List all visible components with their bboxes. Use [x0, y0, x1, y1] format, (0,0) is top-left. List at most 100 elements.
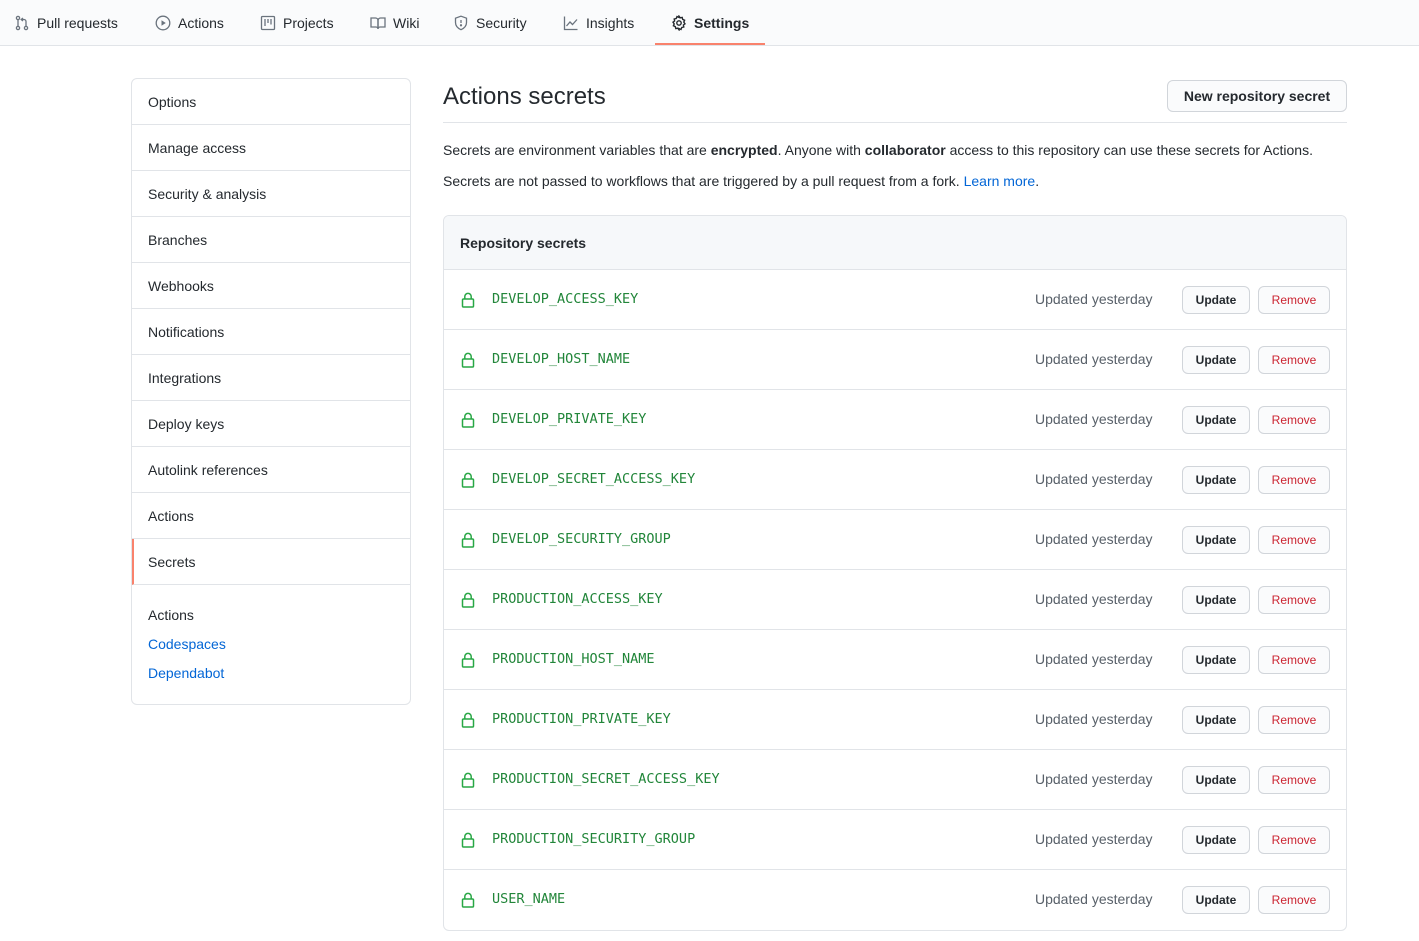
- secret-name: PRODUCTION_ACCESS_KEY: [492, 591, 663, 607]
- update-secret-button[interactable]: Update: [1182, 406, 1250, 434]
- secret-name: DEVELOP_SECURITY_GROUP: [492, 531, 671, 547]
- selected-tab-underline: [655, 43, 765, 45]
- desc-text: . Anyone with: [777, 142, 865, 158]
- remove-secret-button[interactable]: Remove: [1258, 466, 1330, 494]
- lock-icon: [461, 772, 475, 788]
- sidebar-item-secrets[interactable]: Secrets: [132, 539, 410, 585]
- remove-secret-button[interactable]: Remove: [1258, 586, 1330, 614]
- update-secret-button[interactable]: Update: [1182, 826, 1250, 854]
- secret-updated-time: Updated yesterday: [1035, 771, 1153, 787]
- secret-updated-time: Updated yesterday: [1035, 591, 1153, 607]
- tab-insights[interactable]: Insights: [563, 0, 634, 46]
- remove-secret-button[interactable]: Remove: [1258, 406, 1330, 434]
- lock-icon: [461, 652, 475, 668]
- sidebar-link-dependabot[interactable]: Dependabot: [148, 665, 224, 681]
- settings-sidebar: Options Manage access Security & analysi…: [131, 78, 411, 705]
- secret-updated-time: Updated yesterday: [1035, 291, 1153, 307]
- lock-icon: [461, 472, 475, 488]
- play-icon: [155, 15, 171, 31]
- tab-label: Pull requests: [37, 15, 118, 31]
- secret-name: PRODUCTION_SECRET_ACCESS_KEY: [492, 771, 720, 787]
- secret-row: DEVELOP_SECURITY_GROUP Updated yesterday U…: [444, 510, 1346, 570]
- tab-projects[interactable]: Projects: [260, 0, 334, 46]
- lock-icon: [461, 592, 475, 608]
- update-secret-button[interactable]: Update: [1182, 646, 1250, 674]
- gear-icon: [671, 15, 687, 31]
- secret-name: DEVELOP_SECRET_ACCESS_KEY: [492, 471, 696, 487]
- secret-row: DEVELOP_PRIVATE_KEY Updated yesterday Upda…: [444, 390, 1346, 450]
- tab-actions[interactable]: Actions: [155, 0, 224, 46]
- book-icon: [370, 15, 386, 31]
- secret-updated-time: Updated yesterday: [1035, 831, 1153, 847]
- secret-name: PRODUCTION_SECURITY_GROUP: [492, 831, 696, 847]
- update-secret-button[interactable]: Update: [1182, 346, 1250, 374]
- tab-settings[interactable]: Settings: [671, 0, 749, 46]
- remove-secret-button[interactable]: Remove: [1258, 706, 1330, 734]
- sidebar-item-autolink-references[interactable]: Autolink references: [132, 447, 410, 493]
- remove-secret-button[interactable]: Remove: [1258, 646, 1330, 674]
- remove-secret-button[interactable]: Remove: [1258, 526, 1330, 554]
- update-secret-button[interactable]: Update: [1182, 706, 1250, 734]
- remove-secret-button[interactable]: Remove: [1258, 346, 1330, 374]
- tab-label: Actions: [178, 15, 224, 31]
- title-divider: [443, 122, 1347, 123]
- secrets-description: Secrets are environment variables that a…: [443, 142, 1313, 158]
- secret-updated-time: Updated yesterday: [1035, 471, 1153, 487]
- remove-secret-button[interactable]: Remove: [1258, 826, 1330, 854]
- sidebar-item-label: Autolink references: [148, 461, 268, 478]
- new-repository-secret-button[interactable]: New repository secret: [1167, 80, 1347, 112]
- sidebar-item-branches[interactable]: Branches: [132, 217, 410, 263]
- secret-name: PRODUCTION_PRIVATE_KEY: [492, 711, 671, 727]
- tab-label: Wiki: [393, 15, 420, 31]
- repository-secrets-header: Repository secrets: [444, 216, 1346, 270]
- lock-icon: [461, 532, 475, 548]
- tab-wiki[interactable]: Wiki: [370, 0, 419, 46]
- secret-updated-time: Updated yesterday: [1035, 891, 1153, 907]
- sidebar-item-label: Actions: [148, 507, 194, 524]
- remove-secret-button[interactable]: Remove: [1258, 766, 1330, 794]
- sidebar-item-notifications[interactable]: Notifications: [132, 309, 410, 355]
- secret-row: DEVELOP_HOST_NAME Updated yesterday Update…: [444, 330, 1346, 390]
- lock-icon: [461, 412, 475, 428]
- sidebar-item-integrations[interactable]: Integrations: [132, 355, 410, 401]
- desc-bold-collaborator: collaborator: [864, 142, 946, 158]
- update-secret-button[interactable]: Update: [1182, 766, 1250, 794]
- remove-secret-button[interactable]: Remove: [1258, 286, 1330, 314]
- update-secret-button[interactable]: Update: [1182, 286, 1250, 314]
- repository-secrets-box: Repository secrets DEVELOP_ACCESS_KEY Upd…: [443, 215, 1347, 931]
- update-secret-button[interactable]: Update: [1182, 886, 1250, 914]
- tab-pull-requests[interactable]: Pull requests: [14, 0, 118, 46]
- secret-updated-time: Updated yesterday: [1035, 651, 1153, 667]
- learn-more-link[interactable]: Learn more: [964, 173, 1036, 189]
- desc-text: Secrets are not passed to workflows that…: [443, 173, 964, 189]
- update-secret-button[interactable]: Update: [1182, 526, 1250, 554]
- lock-icon: [461, 712, 475, 728]
- tab-label: Insights: [586, 15, 635, 31]
- sidebar-item-label: Security & analysis: [148, 185, 267, 202]
- sidebar-item-security-analysis[interactable]: Security & analysis: [132, 171, 410, 217]
- sidebar-item-label: Secrets: [148, 553, 196, 570]
- repo-nav: Pull requests Actions Projects Wiki Secu…: [0, 0, 1419, 46]
- tab-label: Security: [476, 15, 527, 31]
- remove-secret-button[interactable]: Remove: [1258, 886, 1330, 914]
- sidebar-link-codespaces[interactable]: Codespaces: [148, 636, 226, 652]
- update-secret-button[interactable]: Update: [1182, 586, 1250, 614]
- sidebar-item-deploy-keys[interactable]: Deploy keys: [132, 401, 410, 447]
- lock-icon: [461, 892, 475, 908]
- update-secret-button[interactable]: Update: [1182, 466, 1250, 494]
- desc-text: .: [1035, 173, 1040, 189]
- tab-security[interactable]: Security: [453, 0, 527, 46]
- secret-name: DEVELOP_HOST_NAME: [492, 351, 631, 367]
- desc-text: Secrets are environment variables that a…: [443, 142, 711, 158]
- sidebar-item-webhooks[interactable]: Webhooks: [132, 263, 410, 309]
- secret-name: USER_NAME: [492, 891, 566, 907]
- sidebar-item-manage-access[interactable]: Manage access: [132, 125, 410, 171]
- project-icon: [260, 15, 276, 31]
- sidebar-item-actions[interactable]: Actions: [132, 493, 410, 539]
- secret-row: DEVELOP_SECRET_ACCESS_KEY Updated yesterd…: [444, 450, 1346, 510]
- secret-row: PRODUCTION_SECRET_ACCESS_KEY Updated yest…: [444, 750, 1346, 810]
- secret-row: PRODUCTION_ACCESS_KEY Updated yesterday Up…: [444, 570, 1346, 630]
- page-title: Actions secrets: [443, 83, 606, 110]
- sidebar-item-options[interactable]: Options: [132, 79, 410, 125]
- secrets-subnav-heading: Actions: [148, 607, 194, 623]
